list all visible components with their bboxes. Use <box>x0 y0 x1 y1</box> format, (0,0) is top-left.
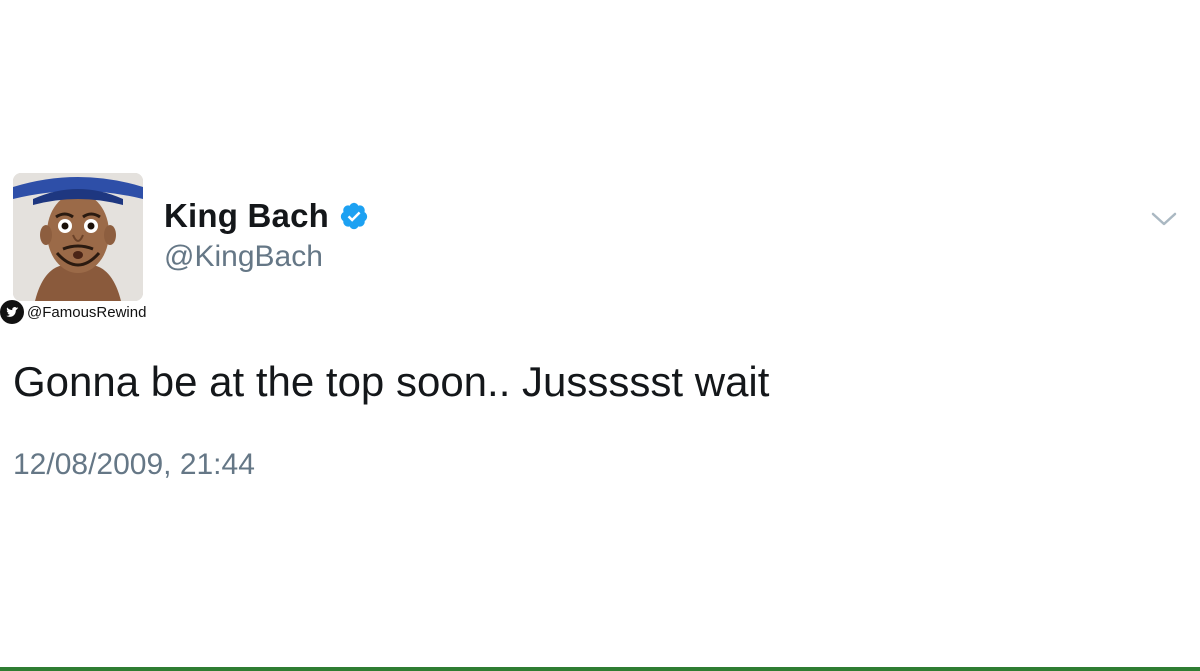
tweet-text: Gonna be at the top soon.. Jussssst wait <box>13 358 770 405</box>
display-name[interactable]: King Bach <box>164 197 329 235</box>
handle[interactable]: @KingBach <box>164 240 323 274</box>
timestamp[interactable]: 12/08/2009, 21:44 <box>13 448 255 482</box>
name-row: King Bach <box>164 196 369 236</box>
tweet-card: King Bach @KingBach @FamousRewind Gonna … <box>0 0 1200 671</box>
avatar-image <box>13 173 143 301</box>
twitter-bird-icon <box>0 300 24 324</box>
verified-badge-icon <box>339 201 369 231</box>
watermark: @FamousRewind <box>0 300 146 324</box>
bottom-divider <box>0 667 1200 671</box>
avatar[interactable] <box>13 173 143 301</box>
watermark-text: @FamousRewind <box>27 303 147 321</box>
chevron-down-icon[interactable] <box>1151 209 1177 229</box>
